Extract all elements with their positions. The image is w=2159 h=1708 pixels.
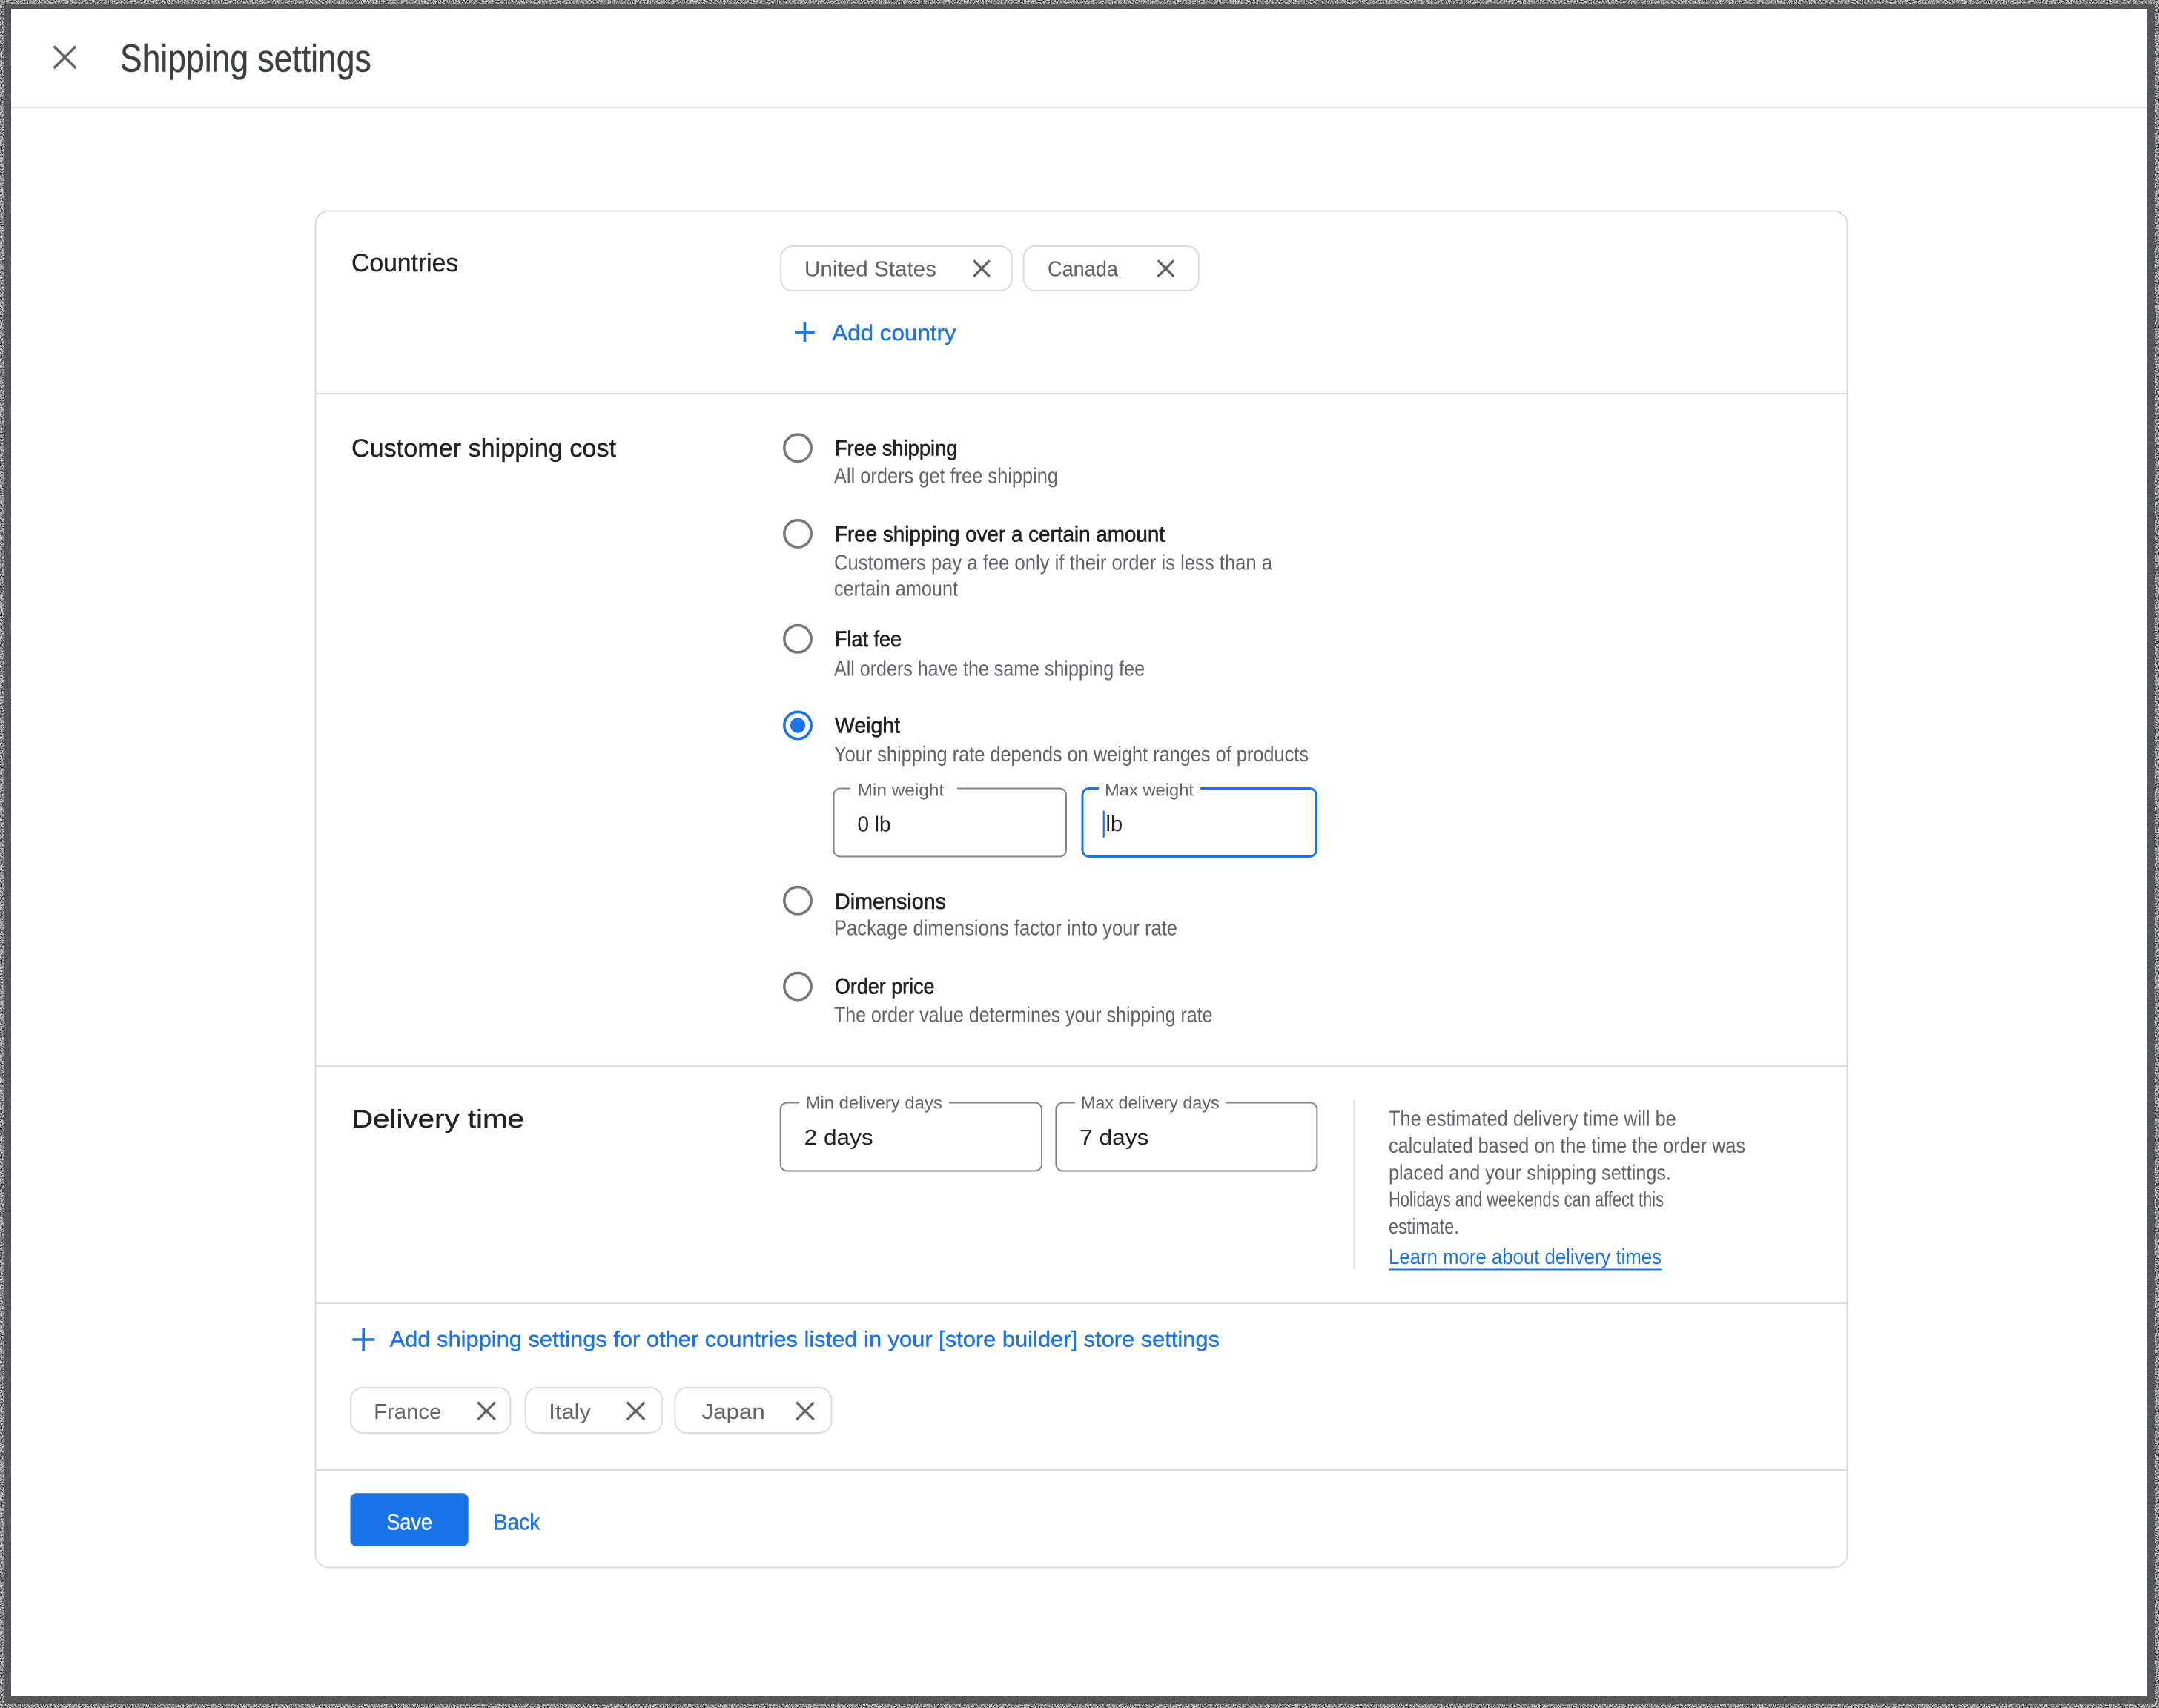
svg-text:Free shipping over a certain a: Free shipping over a certain amount [835,523,1166,547]
svg-text:Weight: Weight [835,714,901,738]
svg-text:Learn more about delivery time: Learn more about delivery times [1389,1245,1662,1269]
svg-text:certain amount: certain amount [834,577,958,601]
svg-text:Flat fee: Flat fee [835,627,902,652]
svg-text:Delivery time: Delivery time [351,1105,524,1133]
svg-text:placed and your shipping setti: placed and your shipping settings. [1389,1161,1671,1185]
svg-text:Min delivery days: Min delivery days [806,1093,942,1112]
svg-text:Free shipping: Free shipping [835,437,958,461]
svg-text:Save: Save [386,1509,432,1535]
svg-text:calculated based on the time t: calculated based on the time the order w… [1389,1134,1745,1158]
svg-text:All orders have the same shipp: All orders have the same shipping fee [834,658,1145,681]
svg-text:Customer shipping cost: Customer shipping cost [351,434,617,463]
svg-text:Max weight: Max weight [1105,780,1194,799]
svg-text:0 lb: 0 lb [858,813,891,837]
svg-text:Package dimensions factor into: Package dimensions factor into your rate [834,916,1177,940]
svg-text:All orders get free shipping: All orders get free shipping [834,465,1058,489]
svg-text:Min weight: Min weight [858,780,945,799]
svg-text:Italy: Italy [549,1400,591,1424]
svg-text:Add shipping settings for othe: Add shipping settings for other countrie… [390,1328,1220,1352]
svg-text:Japan: Japan [702,1400,765,1424]
svg-text:The order value determines you: The order value determines your shipping… [834,1003,1213,1027]
svg-text:Holidays and weekends can affe: Holidays and weekends can affect this [1389,1188,1664,1212]
svg-text:The estimated delivery time wi: The estimated delivery time will be [1389,1108,1676,1131]
svg-text:estimate.: estimate. [1389,1215,1459,1239]
svg-text:Dimensions: Dimensions [835,890,946,914]
svg-text:7 days: 7 days [1080,1126,1148,1150]
svg-text:Shipping settings: Shipping settings [120,38,371,81]
svg-text:France: France [374,1400,441,1424]
svg-text:Customers pay a fee only if th: Customers pay a fee only if their order … [834,552,1273,575]
svg-text:Countries: Countries [351,249,458,277]
svg-text:Order price: Order price [835,975,935,999]
svg-text:Back: Back [494,1509,540,1535]
svg-text:United States: United States [804,258,936,282]
svg-text:Canada: Canada [1048,258,1119,282]
svg-text:Your shipping rate depends on: Your shipping rate depends on weight ran… [834,743,1309,767]
svg-text:2 days: 2 days [804,1126,873,1150]
svg-text:Max delivery days: Max delivery days [1081,1093,1220,1112]
svg-text:Add country: Add country [832,321,956,345]
svg-text:lb: lb [1106,812,1123,836]
